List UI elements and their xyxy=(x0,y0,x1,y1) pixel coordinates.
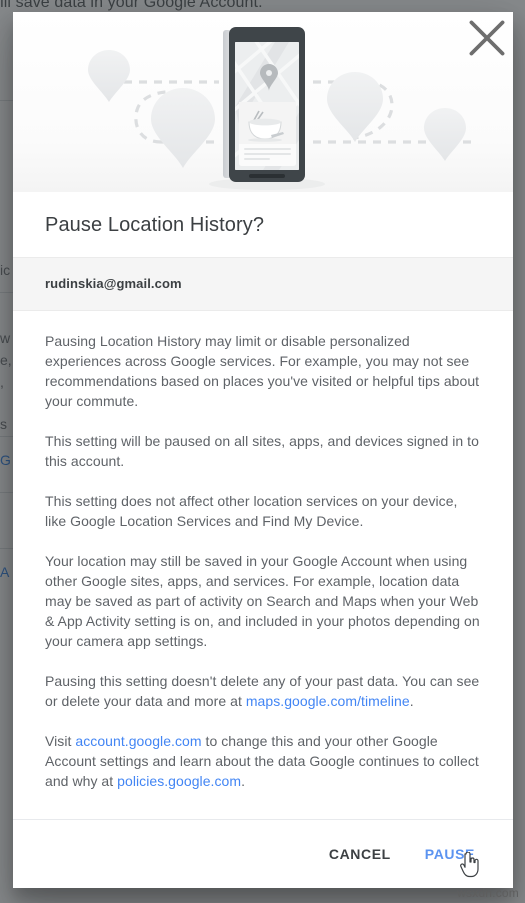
phone-illustration xyxy=(209,27,325,190)
body-paragraph: Pausing this setting doesn't delete any … xyxy=(45,673,480,709)
dialog-title-area: Pause Location History? xyxy=(13,192,513,257)
close-button[interactable] xyxy=(467,18,507,58)
body-paragraph: This setting will be paused on all sites… xyxy=(45,433,479,469)
map-pin-icon xyxy=(424,108,466,161)
map-pin-icon xyxy=(88,50,130,102)
body-paragraph: Pausing Location History may limit or di… xyxy=(45,333,480,409)
pause-button[interactable]: PAUSE xyxy=(413,837,487,871)
dialog-footer: CANCEL PAUSE xyxy=(13,819,513,888)
inline-link[interactable]: policies.google.com xyxy=(117,773,241,789)
close-icon xyxy=(469,20,505,56)
location-history-phone-illustration xyxy=(88,27,478,190)
body-paragraph: Visit account.google.com to change this … xyxy=(45,733,479,789)
inline-link[interactable]: maps.google.com/timeline xyxy=(246,693,410,709)
inline-link[interactable]: account.google.com xyxy=(75,733,201,749)
map-pin-icon xyxy=(327,72,383,142)
body-paragraph: Your location may still be saved in your… xyxy=(45,553,480,649)
dialog-body: Pausing Location History may limit or di… xyxy=(13,311,513,819)
body-paragraph: This setting does not affect other locat… xyxy=(45,493,458,529)
watermark: wsxdn.com xyxy=(457,886,519,900)
page-title: Pause Location History? xyxy=(45,214,265,236)
account-band: rudinskia@gmail.com xyxy=(13,257,513,311)
pause-location-history-dialog: Pause Location History? rudinskia@gmail.… xyxy=(13,12,513,888)
hero-illustration xyxy=(13,12,513,192)
map-pin-icon xyxy=(151,88,215,168)
cancel-button[interactable]: CANCEL xyxy=(317,837,403,871)
account-email: rudinskia@gmail.com xyxy=(45,276,182,291)
